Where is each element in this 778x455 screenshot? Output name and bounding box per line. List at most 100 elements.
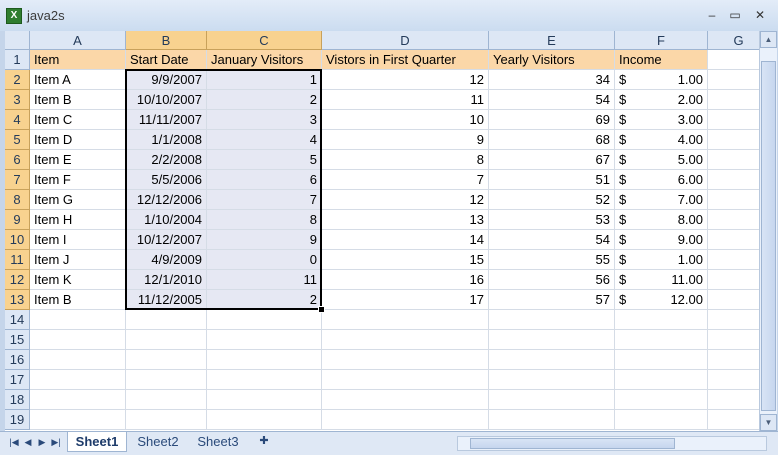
cell[interactable] <box>322 350 489 370</box>
yearly-visitors-cell[interactable]: 34 <box>489 70 615 90</box>
cell[interactable] <box>489 330 615 350</box>
cell[interactable] <box>615 390 708 410</box>
cell[interactable] <box>207 310 322 330</box>
start-date-cell[interactable]: 5/5/2006 <box>126 170 207 190</box>
row-header[interactable]: 11 <box>5 250 30 270</box>
cell[interactable] <box>708 90 759 110</box>
vertical-scrollbar[interactable]: ▲ ▼ <box>759 31 777 431</box>
item-cell[interactable]: Item H <box>30 210 126 230</box>
first-quarter-cell[interactable]: 12 <box>322 70 489 90</box>
yearly-visitors-cell[interactable]: 52 <box>489 190 615 210</box>
start-date-cell[interactable]: 10/12/2007 <box>126 230 207 250</box>
horizontal-scroll-thumb[interactable] <box>470 438 675 449</box>
january-visitors-cell[interactable]: 11 <box>207 270 322 290</box>
cell[interactable] <box>708 250 759 270</box>
next-sheet-icon[interactable]: ▶ <box>36 435 48 449</box>
cell[interactable] <box>207 410 322 430</box>
first-quarter-cell[interactable]: 14 <box>322 230 489 250</box>
cell[interactable] <box>708 70 759 90</box>
item-cell[interactable]: Item A <box>30 70 126 90</box>
cell[interactable] <box>126 330 207 350</box>
prev-sheet-icon[interactable]: ◀ <box>22 435 34 449</box>
cell[interactable] <box>207 350 322 370</box>
item-cell[interactable]: Item F <box>30 170 126 190</box>
cell[interactable] <box>708 410 759 430</box>
january-visitors-cell[interactable]: 6 <box>207 170 322 190</box>
item-cell[interactable]: Item E <box>30 150 126 170</box>
first-quarter-cell[interactable]: 8 <box>322 150 489 170</box>
cell[interactable] <box>708 130 759 150</box>
cell[interactable] <box>322 310 489 330</box>
cell[interactable] <box>708 290 759 310</box>
item-cell[interactable]: Item J <box>30 250 126 270</box>
cell[interactable] <box>207 390 322 410</box>
yearly-visitors-cell[interactable]: 69 <box>489 110 615 130</box>
header-cell[interactable]: Income <box>615 50 708 70</box>
january-visitors-cell[interactable]: 1 <box>207 70 322 90</box>
first-quarter-cell[interactable]: 13 <box>322 210 489 230</box>
first-quarter-cell[interactable]: 9 <box>322 130 489 150</box>
column-header-e[interactable]: E <box>489 31 615 50</box>
select-all-corner[interactable] <box>5 31 30 50</box>
row-header[interactable]: 2 <box>5 70 30 90</box>
row-header[interactable]: 12 <box>5 270 30 290</box>
yearly-visitors-cell[interactable]: 53 <box>489 210 615 230</box>
cell[interactable] <box>489 350 615 370</box>
start-date-cell[interactable]: 12/1/2010 <box>126 270 207 290</box>
cell[interactable] <box>322 370 489 390</box>
start-date-cell[interactable]: 2/2/2008 <box>126 150 207 170</box>
row-header[interactable]: 16 <box>5 350 30 370</box>
yearly-visitors-cell[interactable]: 54 <box>489 230 615 250</box>
first-quarter-cell[interactable]: 10 <box>322 110 489 130</box>
cell[interactable] <box>708 110 759 130</box>
start-date-cell[interactable]: 11/11/2007 <box>126 110 207 130</box>
yearly-visitors-cell[interactable]: 51 <box>489 170 615 190</box>
start-date-cell[interactable]: 1/1/2008 <box>126 130 207 150</box>
header-cell[interactable]: Yearly Visitors <box>489 50 615 70</box>
yearly-visitors-cell[interactable]: 67 <box>489 150 615 170</box>
cell[interactable] <box>207 370 322 390</box>
item-cell[interactable]: Item B <box>30 90 126 110</box>
row-header[interactable]: 4 <box>5 110 30 130</box>
cell[interactable] <box>322 410 489 430</box>
january-visitors-cell[interactable]: 9 <box>207 230 322 250</box>
cell[interactable] <box>615 410 708 430</box>
cell[interactable] <box>708 350 759 370</box>
first-sheet-icon[interactable]: |◀ <box>8 435 20 449</box>
first-quarter-cell[interactable]: 17 <box>322 290 489 310</box>
january-visitors-cell[interactable]: 2 <box>207 290 322 310</box>
yearly-visitors-cell[interactable]: 56 <box>489 270 615 290</box>
yearly-visitors-cell[interactable]: 68 <box>489 130 615 150</box>
row-header[interactable]: 17 <box>5 370 30 390</box>
yearly-visitors-cell[interactable]: 54 <box>489 90 615 110</box>
cell[interactable] <box>126 390 207 410</box>
row-header[interactable]: 8 <box>5 190 30 210</box>
restore-button[interactable]: ▭ <box>727 8 743 22</box>
cell[interactable] <box>708 370 759 390</box>
column-header-a[interactable]: A <box>30 31 126 50</box>
close-button[interactable]: ✕ <box>752 8 768 22</box>
last-sheet-icon[interactable]: ▶| <box>50 435 62 449</box>
fill-handle[interactable] <box>318 306 325 313</box>
cell[interactable] <box>489 370 615 390</box>
cell[interactable] <box>207 330 322 350</box>
item-cell[interactable]: Item C <box>30 110 126 130</box>
income-cell[interactable]: $3.00 <box>615 110 708 130</box>
cell[interactable] <box>30 330 126 350</box>
cell[interactable] <box>708 390 759 410</box>
row-header[interactable]: 3 <box>5 90 30 110</box>
column-header-f[interactable]: F <box>615 31 708 50</box>
start-date-cell[interactable]: 10/10/2007 <box>126 90 207 110</box>
item-cell[interactable]: Item D <box>30 130 126 150</box>
start-date-cell[interactable]: 4/9/2009 <box>126 250 207 270</box>
first-quarter-cell[interactable]: 12 <box>322 190 489 210</box>
income-cell[interactable]: $6.00 <box>615 170 708 190</box>
first-quarter-cell[interactable]: 11 <box>322 90 489 110</box>
cell[interactable] <box>322 330 489 350</box>
first-quarter-cell[interactable]: 7 <box>322 170 489 190</box>
row-header[interactable]: 7 <box>5 170 30 190</box>
row-header[interactable]: 9 <box>5 210 30 230</box>
cell[interactable] <box>615 350 708 370</box>
column-header-d[interactable]: D <box>322 31 489 50</box>
yearly-visitors-cell[interactable]: 55 <box>489 250 615 270</box>
